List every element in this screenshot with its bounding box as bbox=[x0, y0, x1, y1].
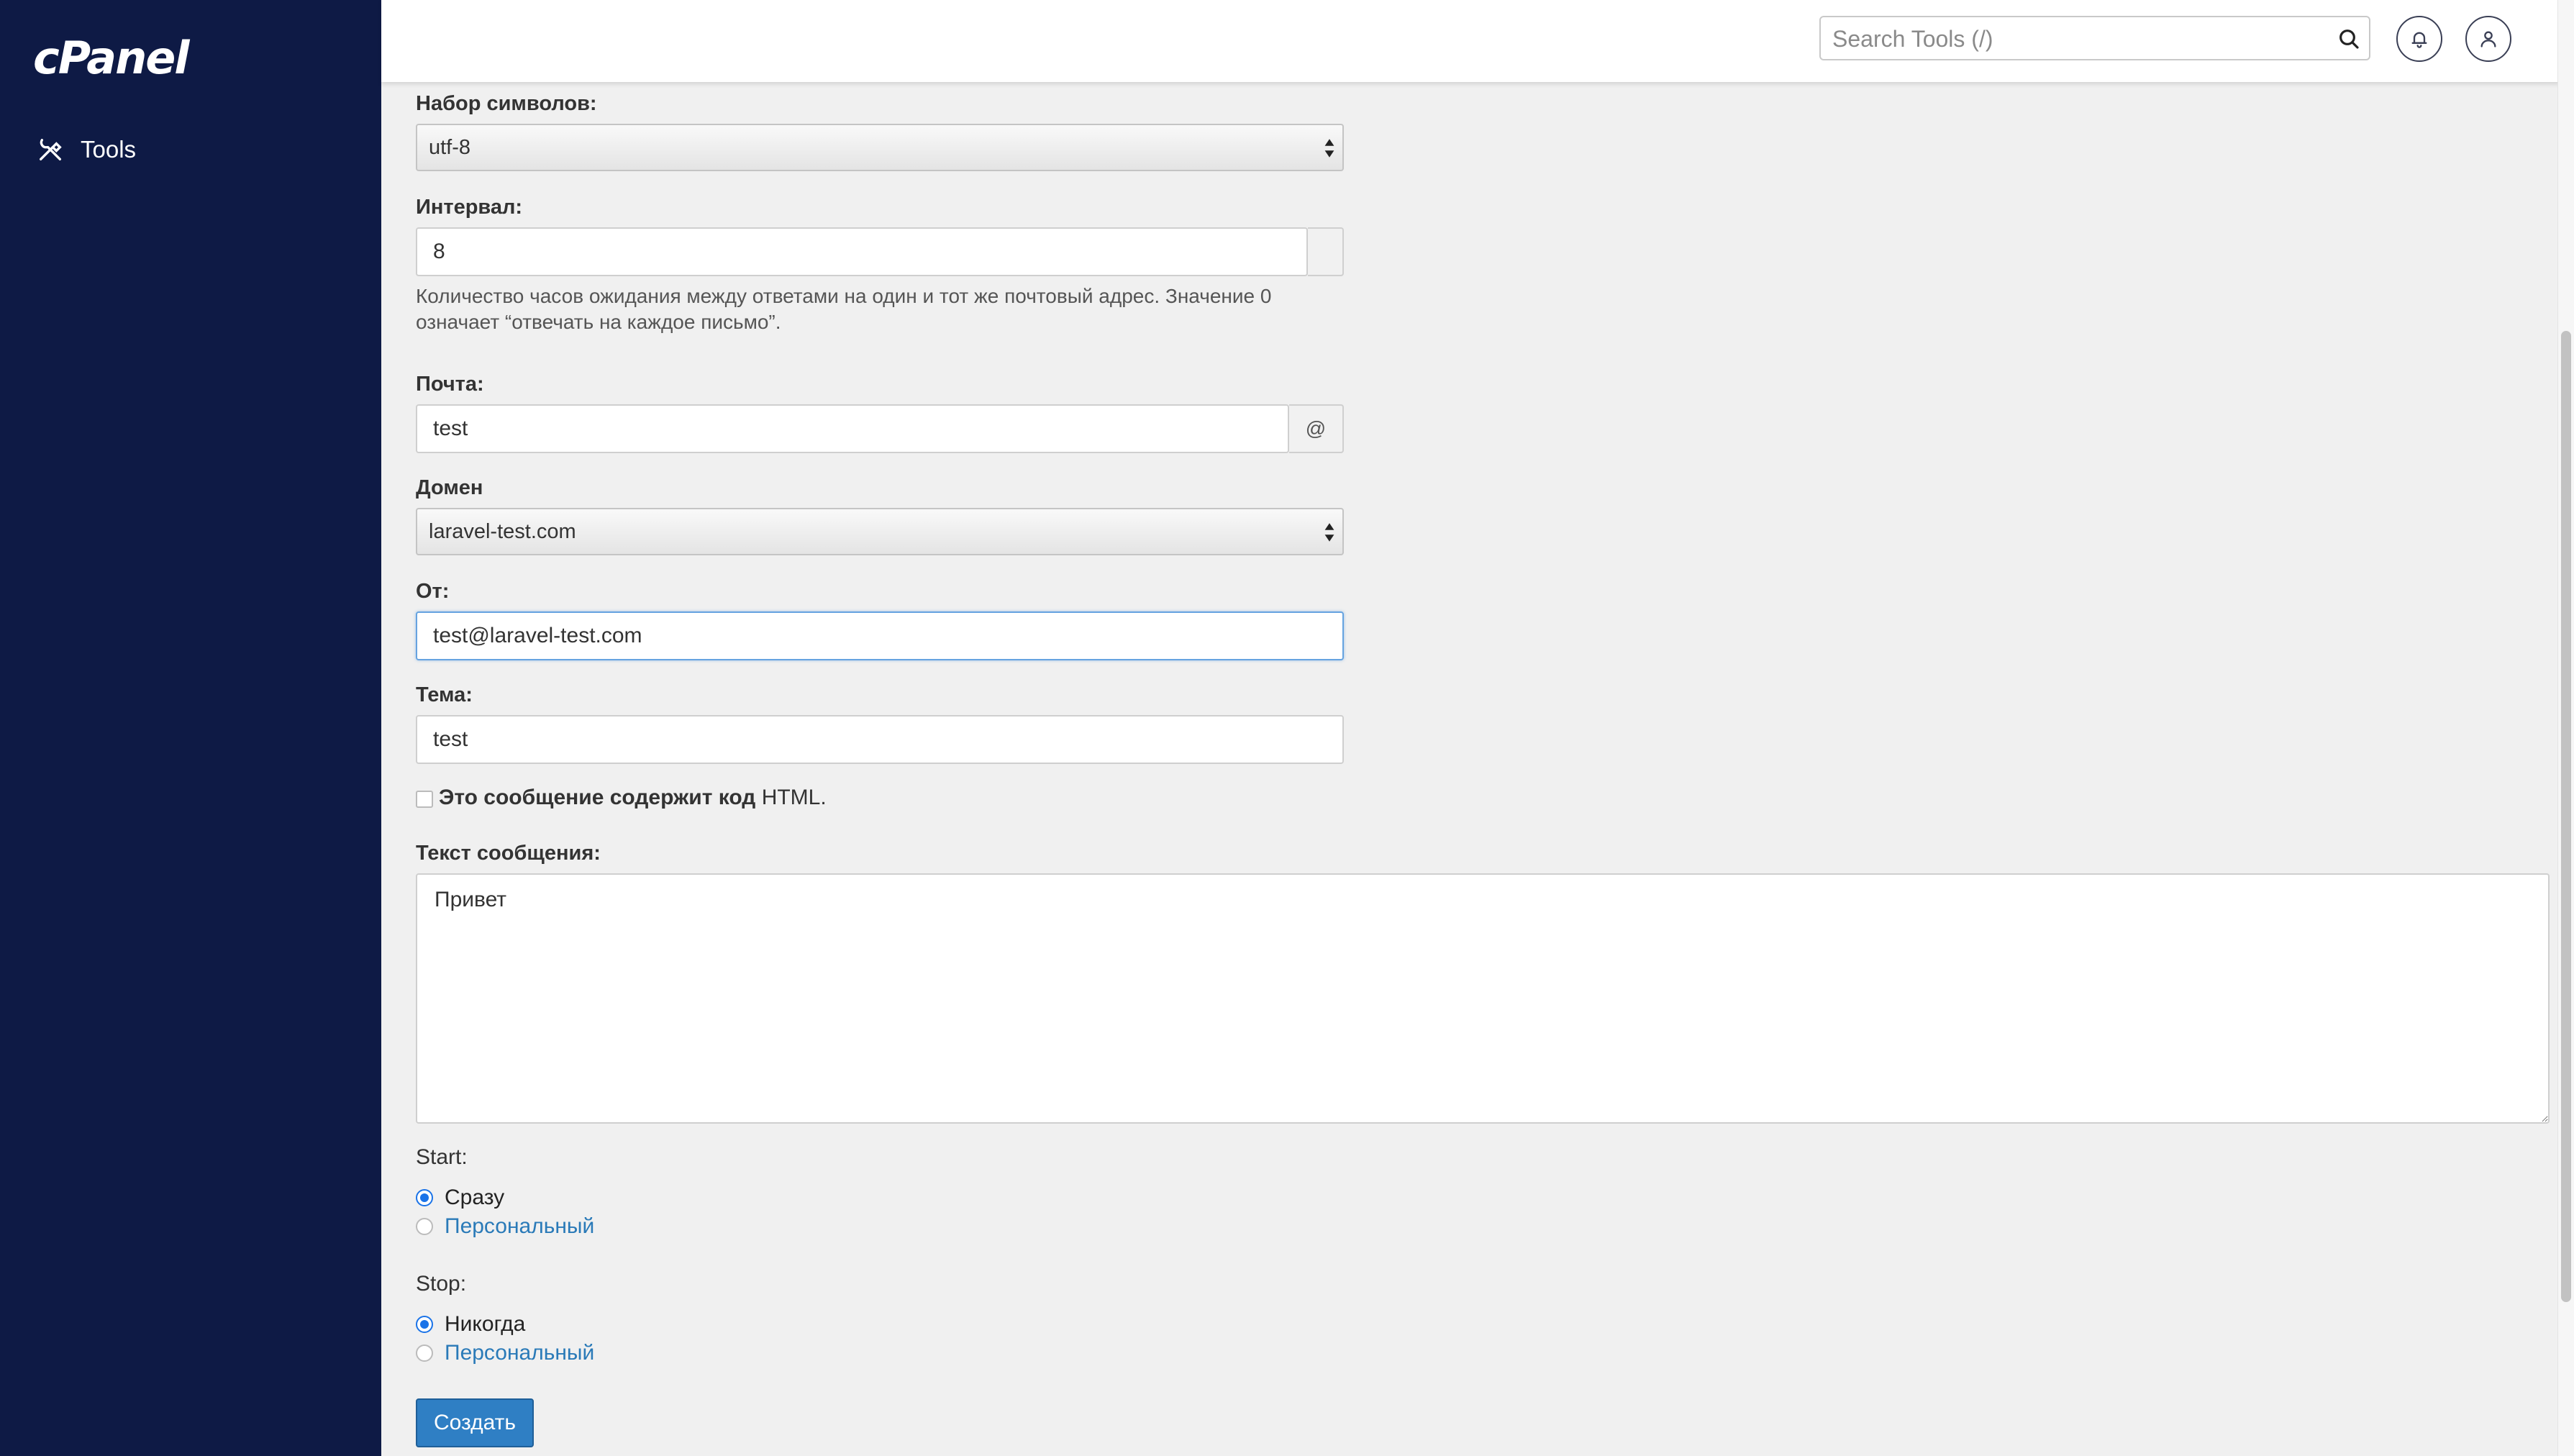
radio-start-custom[interactable] bbox=[416, 1218, 433, 1235]
start-option-immediately[interactable]: Сразу bbox=[416, 1186, 504, 1210]
interval-addon bbox=[1308, 227, 1344, 276]
radio-stop-custom[interactable] bbox=[416, 1344, 433, 1362]
select-arrows-icon bbox=[1324, 523, 1334, 542]
domain-select[interactable]: laravel-test.com bbox=[416, 508, 1344, 555]
create-button[interactable]: Создать bbox=[416, 1398, 534, 1447]
cpanel-logo[interactable]: cPanel bbox=[33, 32, 190, 84]
stop-option-custom[interactable]: Персональный bbox=[416, 1341, 594, 1365]
search-box[interactable] bbox=[1819, 16, 2370, 60]
charset-label: Набор символов: bbox=[416, 92, 597, 115]
interval-help-text: Количество часов ожидания между ответами… bbox=[416, 283, 1365, 335]
charset-value: utf-8 bbox=[429, 135, 471, 159]
from-input[interactable] bbox=[416, 611, 1344, 660]
radio-start-immediately[interactable] bbox=[416, 1189, 433, 1206]
scrollbar-thumb[interactable] bbox=[2561, 331, 2571, 1302]
user-icon bbox=[2480, 31, 2496, 47]
radio-stop-never[interactable] bbox=[416, 1316, 433, 1333]
interval-label: Интервал: bbox=[416, 196, 523, 219]
message-textarea[interactable]: Привет bbox=[416, 873, 2550, 1124]
stop-option-never[interactable]: Никогда bbox=[416, 1312, 525, 1337]
sidebar-item-label: Tools bbox=[81, 136, 137, 163]
stop-option-label: Никогда bbox=[445, 1312, 526, 1336]
top-header bbox=[381, 0, 2574, 82]
mail-input[interactable] bbox=[416, 404, 1289, 453]
help-line-1: Количество часов ожидания между ответами… bbox=[416, 285, 1272, 307]
help-line-2: означает “отвечать на каждое письмо”. bbox=[416, 311, 781, 333]
domain-value: laravel-test.com bbox=[429, 519, 576, 543]
html-checkbox[interactable] bbox=[416, 791, 433, 808]
domain-label: Домен bbox=[416, 476, 483, 499]
start-option-custom[interactable]: Персональный bbox=[416, 1214, 594, 1239]
select-arrows-icon bbox=[1324, 139, 1334, 158]
body-label: Текст сообщения: bbox=[416, 842, 601, 865]
subject-label: Тема: bbox=[416, 683, 473, 706]
html-checkbox-label-bold: Это сообщение содержит код bbox=[439, 786, 756, 809]
at-addon: @ bbox=[1289, 404, 1344, 453]
from-label: От: bbox=[416, 580, 450, 603]
interval-input[interactable] bbox=[416, 227, 1308, 276]
sidebar: cPanel Tools bbox=[0, 0, 381, 1456]
search-icon[interactable] bbox=[2337, 27, 2360, 50]
sidebar-item-tools[interactable]: Tools bbox=[36, 129, 136, 170]
page-scrollbar[interactable] bbox=[2557, 0, 2574, 1456]
user-menu-button[interactable] bbox=[2465, 16, 2511, 62]
subject-input[interactable] bbox=[416, 715, 1344, 764]
search-input[interactable] bbox=[1831, 22, 2323, 56]
notifications-button[interactable] bbox=[2396, 16, 2442, 62]
stop-label: Stop: bbox=[416, 1272, 467, 1296]
start-label: Start: bbox=[416, 1145, 468, 1169]
charset-select[interactable]: utf-8 bbox=[416, 124, 1344, 171]
bell-icon bbox=[2411, 32, 2427, 48]
start-option-label: Сразу bbox=[445, 1186, 505, 1209]
html-checkbox-label-rest: HTML. bbox=[755, 786, 827, 809]
start-option-label[interactable]: Персональный bbox=[445, 1214, 594, 1239]
tools-icon bbox=[40, 139, 62, 160]
stop-option-label[interactable]: Персональный bbox=[445, 1341, 594, 1365]
html-checkbox-label[interactable]: Это сообщение содержит код HTML. bbox=[439, 786, 827, 810]
mail-label: Почта: bbox=[416, 373, 484, 396]
